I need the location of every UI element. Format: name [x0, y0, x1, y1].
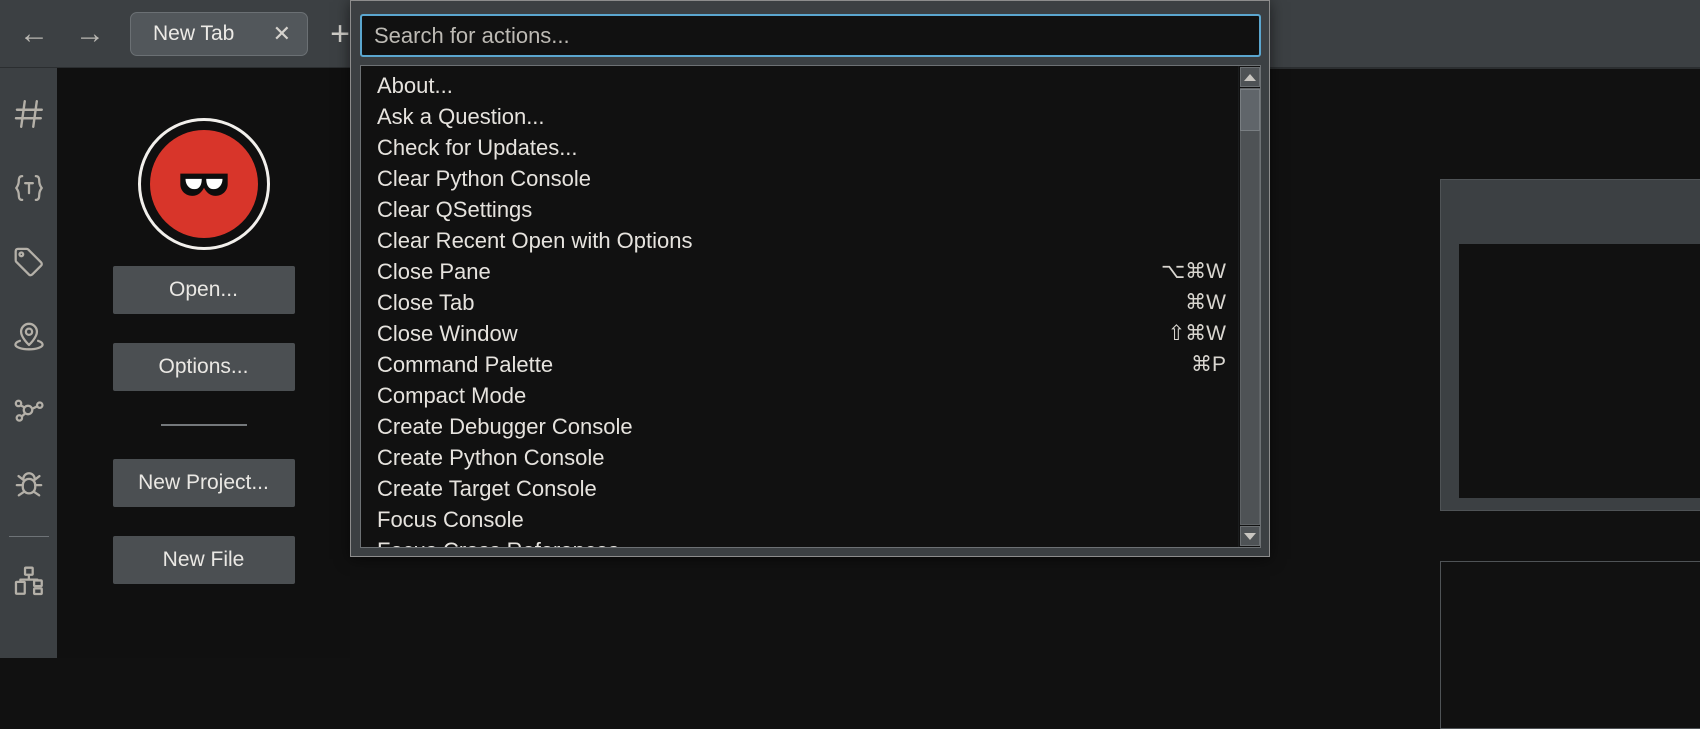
sidebar-divider [8, 536, 49, 537]
action-list-item[interactable]: Focus Cross References [361, 535, 1240, 547]
action-label: Create Python Console [377, 445, 605, 470]
action-list-item[interactable]: Create Target Console [361, 473, 1240, 504]
action-label: Command Palette [377, 352, 554, 377]
action-label: Close Window [377, 321, 518, 346]
action-label: Focus Console [377, 507, 524, 532]
action-list-item[interactable]: Close Window ⇧⌘W [361, 318, 1240, 349]
action-label: Ask a Question... [377, 104, 545, 129]
background-panel-primary [1440, 179, 1700, 511]
sidebar-item-cross-references[interactable] [6, 382, 52, 438]
action-shortcut: ⌥⌘W [1160, 260, 1226, 283]
components-icon [12, 564, 46, 598]
action-list-item[interactable]: Close Pane ⌥⌘W [361, 256, 1240, 287]
application-window: ← → New Tab ✕ + Open... Options... New P… [0, 0, 1700, 729]
welcome-divider [160, 424, 247, 426]
action-list-item[interactable]: Check for Updates... [361, 132, 1240, 163]
open-button[interactable]: Open... [112, 266, 295, 314]
sidebar-item-memory-map[interactable] [6, 308, 52, 364]
goggles-glyph [179, 173, 228, 196]
scroll-down-arrow [1244, 532, 1256, 540]
scrollbar-track[interactable] [1240, 88, 1260, 525]
symbols-icon [12, 97, 46, 131]
action-list-item[interactable]: Compact Mode [361, 380, 1240, 411]
options-button[interactable]: Options... [112, 343, 295, 391]
sidebar-item-types[interactable] [6, 160, 52, 216]
action-label: About... [377, 73, 453, 98]
command-palette: About... Ask a Question... Check for Updat… [350, 0, 1270, 557]
action-label: Clear QSettings [377, 197, 533, 222]
close-icon[interactable]: ✕ [273, 22, 291, 45]
new-file-button[interactable]: New File [112, 536, 295, 584]
search-field-wrapper[interactable] [360, 14, 1261, 57]
app-logo-goggles [137, 118, 270, 250]
action-label: Compact Mode [377, 383, 527, 408]
new-project-button[interactable]: New Project... [112, 459, 295, 507]
sidebar-item-tags[interactable] [6, 234, 52, 290]
action-label: Clear Python Console [377, 166, 592, 191]
sidebar-item-components[interactable] [6, 553, 52, 609]
arrow-right-icon[interactable]: → [62, 9, 118, 59]
action-list-container: About... Ask a Question... Check for Updat… [360, 65, 1261, 548]
background-panel-secondary [1440, 561, 1700, 729]
location-pin-icon [12, 319, 46, 353]
action-label: Close Tab [377, 290, 475, 315]
action-list-item[interactable]: Command Palette ⌘P [361, 349, 1240, 380]
action-list-item[interactable]: About... [361, 70, 1240, 101]
tag-icon [12, 245, 46, 279]
action-label: Clear Recent Open with Options [377, 228, 693, 253]
action-list[interactable]: About... Ask a Question... Check for Updat… [361, 66, 1240, 547]
cross-references-icon [12, 393, 46, 427]
bug-icon [12, 467, 46, 501]
action-list-item[interactable]: Clear Python Console [361, 163, 1240, 194]
action-label: Close Pane [377, 259, 491, 284]
action-list-item[interactable]: Create Python Console [361, 442, 1240, 473]
action-list-item[interactable]: Focus Console [361, 504, 1240, 535]
action-list-item[interactable]: Clear QSettings [361, 194, 1240, 225]
sidebar-icon-rail [0, 68, 57, 658]
scroll-up-arrow [1244, 73, 1256, 81]
action-label: Focus Cross References [377, 535, 619, 547]
action-list-item[interactable]: Create Debugger Console [361, 411, 1240, 442]
types-icon [12, 171, 46, 205]
sidebar-item-symbols[interactable] [6, 86, 52, 142]
welcome-panel: Open... Options... New Project... New Fi… [57, 68, 350, 658]
action-list-item[interactable]: Clear Recent Open with Options [361, 225, 1240, 256]
action-label: Create Debugger Console [377, 414, 633, 439]
action-shortcut: ⌘P [1190, 353, 1226, 376]
action-label: Create Target Console [377, 476, 597, 501]
sidebar-item-debugger[interactable] [6, 456, 52, 512]
action-shortcut: ⌘W [1185, 291, 1226, 314]
background-panel-primary-content [1459, 244, 1700, 498]
action-label: Check for Updates... [377, 135, 578, 160]
tab-new-tab[interactable]: New Tab ✕ [130, 11, 308, 56]
action-shortcut: ⇧⌘W [1167, 322, 1226, 345]
action-list-item[interactable]: Ask a Question... [361, 101, 1240, 132]
scroll-up-icon[interactable] [1240, 67, 1260, 87]
arrow-left-icon[interactable]: ← [6, 9, 62, 59]
action-list-item[interactable]: Close Tab ⌘W [361, 287, 1240, 318]
tab-label: New Tab [153, 21, 235, 45]
search-input[interactable] [372, 21, 1259, 50]
scroll-down-icon[interactable] [1240, 526, 1260, 546]
scrollbar-thumb[interactable] [1240, 89, 1260, 131]
action-list-scrollbar[interactable] [1238, 66, 1260, 547]
